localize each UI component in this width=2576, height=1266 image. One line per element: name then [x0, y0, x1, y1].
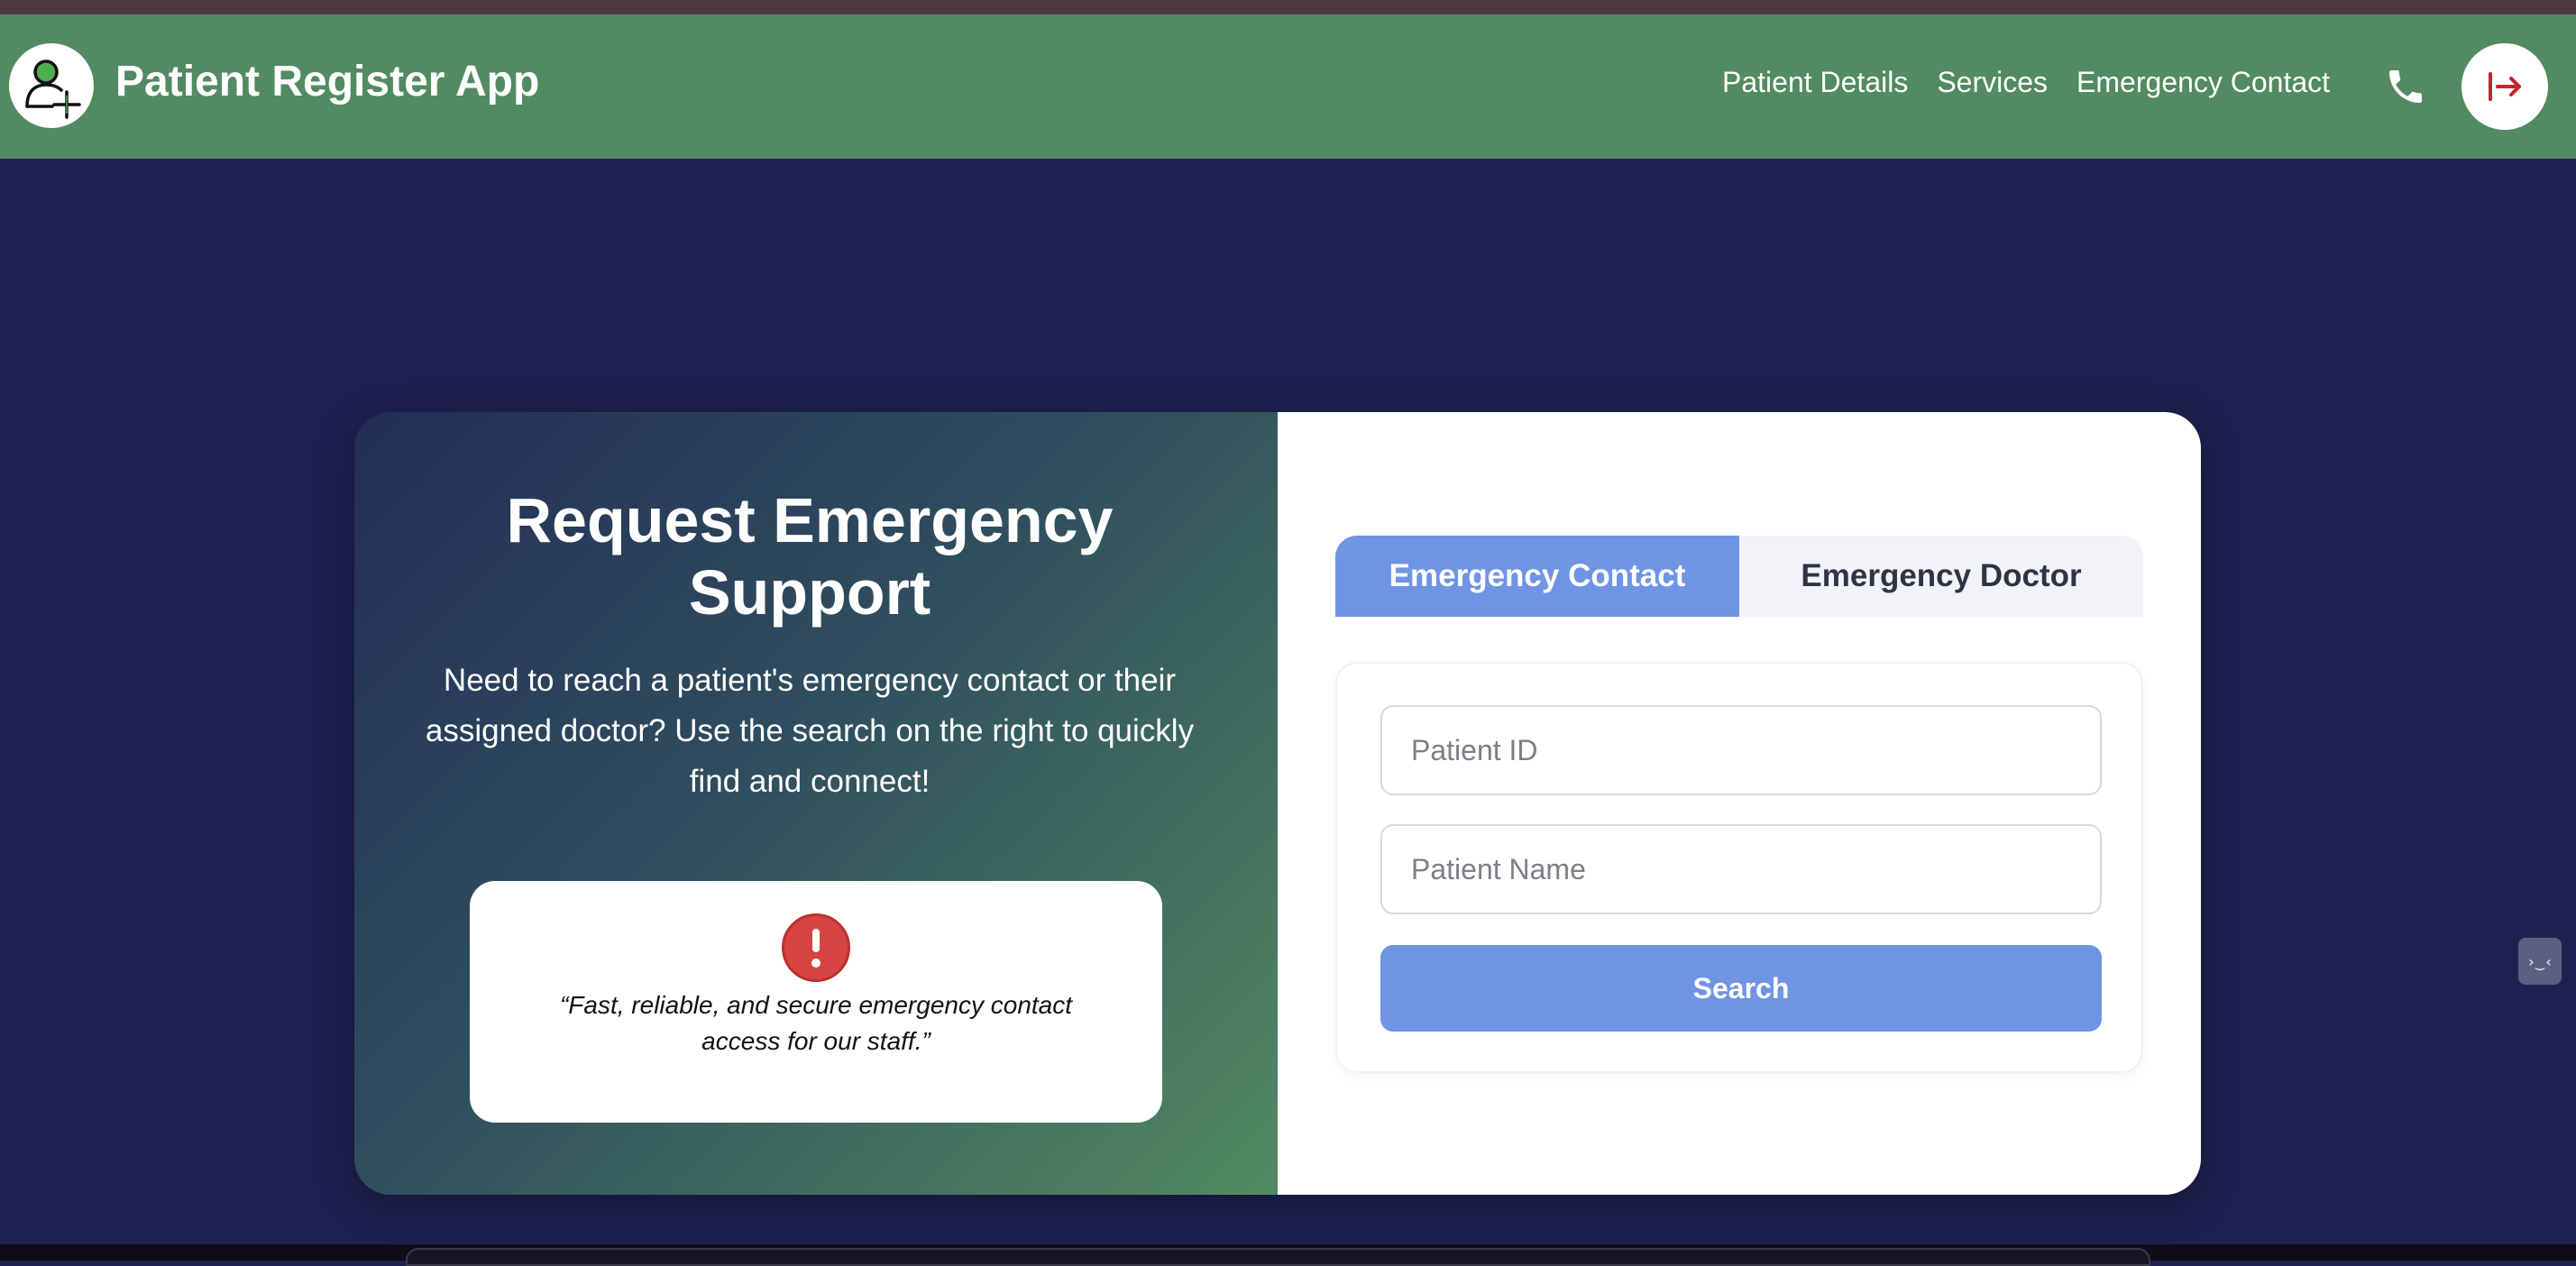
nav-link-services[interactable]: Services [1937, 65, 2048, 99]
search-panel: Emergency Contact Emergency Doctor Searc… [1278, 412, 2201, 1195]
emergency-support-card: Request Emergency Support Need to reach … [354, 412, 2201, 1195]
bottom-window-edge [406, 1248, 2150, 1266]
nav-link-patient-details[interactable]: Patient Details [1722, 65, 1908, 99]
search-button[interactable]: Search [1380, 945, 2102, 1032]
app-title: Patient Register App [115, 58, 540, 106]
logout-icon [2489, 72, 2521, 101]
user-add-icon [25, 60, 81, 119]
logout-button[interactable] [2461, 43, 2548, 130]
nav-links: Patient Details Services Emergency Conta… [1722, 65, 2330, 99]
patient-name-input[interactable] [1380, 824, 2102, 914]
nav-link-emergency-contact[interactable]: Emergency Contact [2076, 65, 2330, 99]
info-panel: Request Emergency Support Need to reach … [354, 412, 1278, 1195]
patient-id-input[interactable] [1380, 705, 2102, 795]
floating-assistant-icon[interactable]: ›‿‹ [2518, 938, 2562, 985]
tab-emergency-contact[interactable]: Emergency Contact [1335, 536, 1739, 617]
page-heading: Request Emergency Support [506, 485, 1114, 628]
navbar: Patient Register App Patient Details Ser… [0, 14, 2576, 159]
search-form: Search [1335, 662, 2143, 1073]
page-subtext: Need to reach a patient's emergency cont… [425, 663, 1195, 799]
tab-emergency-doctor[interactable]: Emergency Doctor [1739, 536, 2143, 617]
alert-icon [782, 913, 850, 982]
quote-box: “Fast, reliable, and secure emergency co… [470, 881, 1162, 1123]
app-logo[interactable] [9, 43, 94, 128]
quote-text: “Fast, reliable, and secure emergency co… [559, 991, 1073, 1055]
window-top-strip [0, 0, 2576, 14]
tab-bar: Emergency Contact Emergency Doctor [1335, 536, 2143, 617]
phone-icon[interactable] [2384, 65, 2427, 108]
